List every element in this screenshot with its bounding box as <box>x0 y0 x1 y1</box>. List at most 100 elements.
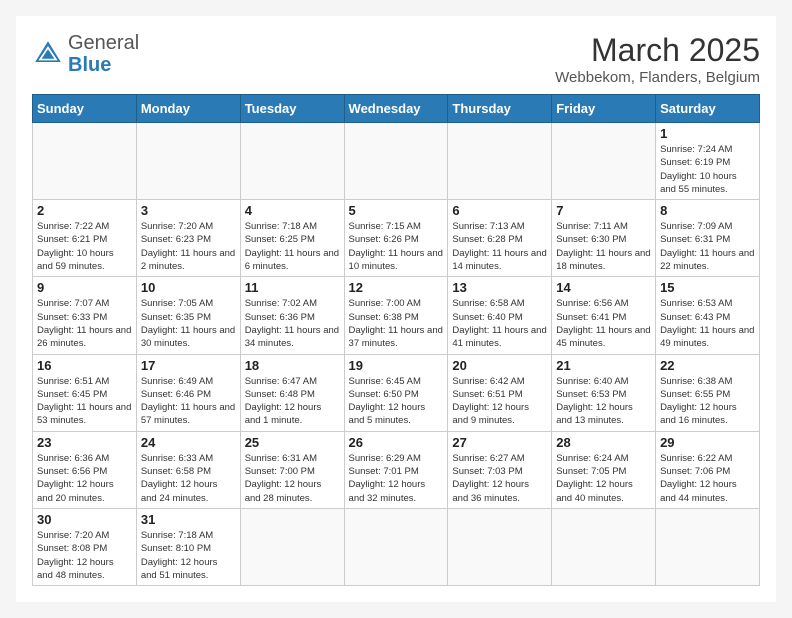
day-info: Sunrise: 7:13 AM Sunset: 6:28 PM Dayligh… <box>452 220 547 273</box>
day-info: Sunrise: 6:36 AM Sunset: 6:56 PM Dayligh… <box>37 452 132 505</box>
calendar-cell: 13 Sunrise: 6:58 AM Sunset: 6:40 PM Dayli… <box>448 277 552 354</box>
location-subtitle: Webbekom, Flanders, Belgium <box>555 69 760 86</box>
logo: General Blue <box>32 32 139 76</box>
day-info: Sunrise: 7:24 AM Sunset: 6:19 PM Dayligh… <box>660 143 755 196</box>
day-number: 22 <box>660 358 755 373</box>
day-number: 24 <box>141 435 236 450</box>
day-info: Sunrise: 7:00 AM Sunset: 6:38 PM Dayligh… <box>349 297 444 350</box>
calendar-cell: 11 Sunrise: 7:02 AM Sunset: 6:36 PM Dayli… <box>240 277 344 354</box>
calendar-cell: 21Sunrise: 6:40 AM Sunset: 6:53 PM Dayli… <box>552 354 656 431</box>
calendar-cell: 18 Sunrise: 6:47 AM Sunset: 6:48 PM Dayli… <box>240 354 344 431</box>
calendar-cell: 15 Sunrise: 6:53 AM Sunset: 6:43 PM Dayli… <box>656 277 760 354</box>
logo-icon <box>32 38 64 70</box>
day-info: Sunrise: 6:49 AM Sunset: 6:46 PM Dayligh… <box>141 375 236 428</box>
day-info: Sunrise: 6:47 AM Sunset: 6:48 PM Dayligh… <box>245 375 340 428</box>
day-info: Sunrise: 7:18 AM Sunset: 6:25 PM Dayligh… <box>245 220 340 273</box>
day-number: 1 <box>660 126 755 141</box>
day-info: Sunrise: 6:53 AM Sunset: 6:43 PM Dayligh… <box>660 297 755 350</box>
day-number: 15 <box>660 280 755 295</box>
day-info: Sunrise: 6:40 AM Sunset: 6:53 PM Dayligh… <box>556 375 651 428</box>
day-info: Sunrise: 6:51 AM Sunset: 6:45 PM Dayligh… <box>37 375 132 428</box>
calendar-cell <box>240 123 344 200</box>
calendar-day-header: Monday <box>136 95 240 123</box>
day-number: 30 <box>37 512 132 527</box>
calendar-header-row: SundayMondayTuesdayWednesdayThursdayFrid… <box>33 95 760 123</box>
day-number: 18 <box>245 358 340 373</box>
day-number: 19 <box>349 358 444 373</box>
calendar-cell: 17 Sunrise: 6:49 AM Sunset: 6:46 PM Dayli… <box>136 354 240 431</box>
calendar-cell: 29 Sunrise: 6:22 AM Sunset: 7:06 PM Dayli… <box>656 431 760 508</box>
calendar-cell: 6 Sunrise: 7:13 AM Sunset: 6:28 PM Daylig… <box>448 200 552 277</box>
calendar-cell: 25 Sunrise: 6:31 AM Sunset: 7:00 PM Dayli… <box>240 431 344 508</box>
month-year-title: March 2025 <box>555 32 760 69</box>
calendar-cell <box>344 123 448 200</box>
calendar-cell: 22 Sunrise: 6:38 AM Sunset: 6:55 PM Dayli… <box>656 354 760 431</box>
calendar-cell: 10Sunrise: 7:05 AM Sunset: 6:35 PM Dayli… <box>136 277 240 354</box>
day-info: Sunrise: 6:56 AM Sunset: 6:41 PM Dayligh… <box>556 297 651 350</box>
calendar-day-header: Wednesday <box>344 95 448 123</box>
day-info: Sunrise: 7:02 AM Sunset: 6:36 PM Dayligh… <box>245 297 340 350</box>
day-number: 2 <box>37 203 132 218</box>
calendar-cell: 26Sunrise: 6:29 AM Sunset: 7:01 PM Dayli… <box>344 431 448 508</box>
calendar-cell: 5 Sunrise: 7:15 AM Sunset: 6:26 PM Daylig… <box>344 200 448 277</box>
calendar-cell: 16 Sunrise: 6:51 AM Sunset: 6:45 PM Dayli… <box>33 354 137 431</box>
calendar-cell: 23 Sunrise: 6:36 AM Sunset: 6:56 PM Dayli… <box>33 431 137 508</box>
day-number: 23 <box>37 435 132 450</box>
calendar-cell <box>552 123 656 200</box>
day-info: Sunrise: 7:18 AM Sunset: 8:10 PM Dayligh… <box>141 529 236 582</box>
calendar-cell: 20 Sunrise: 6:42 AM Sunset: 6:51 PM Dayli… <box>448 354 552 431</box>
calendar-cell <box>656 508 760 585</box>
logo-general: General <box>68 32 139 54</box>
calendar-cell: 31Sunrise: 7:18 AM Sunset: 8:10 PM Dayli… <box>136 508 240 585</box>
day-number: 28 <box>556 435 651 450</box>
day-number: 11 <box>245 280 340 295</box>
calendar-cell <box>448 508 552 585</box>
day-number: 12 <box>349 280 444 295</box>
calendar-cell: 30 Sunrise: 7:20 AM Sunset: 8:08 PM Dayli… <box>33 508 137 585</box>
day-number: 29 <box>660 435 755 450</box>
calendar-cell: 12 Sunrise: 7:00 AM Sunset: 6:38 PM Dayli… <box>344 277 448 354</box>
title-block: March 2025 Webbekom, Flanders, Belgium <box>555 32 760 86</box>
day-number: 13 <box>452 280 547 295</box>
calendar-cell <box>344 508 448 585</box>
calendar-cell: 2Sunrise: 7:22 AM Sunset: 6:21 PM Daylig… <box>33 200 137 277</box>
logo-text: General Blue <box>68 32 139 76</box>
day-info: Sunrise: 6:29 AM Sunset: 7:01 PM Dayligh… <box>349 452 444 505</box>
day-number: 17 <box>141 358 236 373</box>
calendar-day-header: Friday <box>552 95 656 123</box>
day-number: 25 <box>245 435 340 450</box>
day-info: Sunrise: 7:05 AM Sunset: 6:35 PM Dayligh… <box>141 297 236 350</box>
calendar-cell: 27Sunrise: 6:27 AM Sunset: 7:03 PM Dayli… <box>448 431 552 508</box>
day-info: Sunrise: 6:58 AM Sunset: 6:40 PM Dayligh… <box>452 297 547 350</box>
day-info: Sunrise: 6:33 AM Sunset: 6:58 PM Dayligh… <box>141 452 236 505</box>
calendar-cell: 7Sunrise: 7:11 AM Sunset: 6:30 PM Daylig… <box>552 200 656 277</box>
calendar-cell: 3Sunrise: 7:20 AM Sunset: 6:23 PM Daylig… <box>136 200 240 277</box>
calendar-cell <box>552 508 656 585</box>
day-number: 4 <box>245 203 340 218</box>
page-header: General Blue March 2025 Webbekom, Flande… <box>32 32 760 86</box>
day-info: Sunrise: 6:38 AM Sunset: 6:55 PM Dayligh… <box>660 375 755 428</box>
calendar-cell <box>136 123 240 200</box>
day-info: Sunrise: 6:22 AM Sunset: 7:06 PM Dayligh… <box>660 452 755 505</box>
calendar-cell: 28Sunrise: 6:24 AM Sunset: 7:05 PM Dayli… <box>552 431 656 508</box>
day-info: Sunrise: 7:09 AM Sunset: 6:31 PM Dayligh… <box>660 220 755 273</box>
day-info: Sunrise: 7:15 AM Sunset: 6:26 PM Dayligh… <box>349 220 444 273</box>
day-info: Sunrise: 6:27 AM Sunset: 7:03 PM Dayligh… <box>452 452 547 505</box>
day-number: 20 <box>452 358 547 373</box>
day-number: 7 <box>556 203 651 218</box>
day-info: Sunrise: 6:42 AM Sunset: 6:51 PM Dayligh… <box>452 375 547 428</box>
calendar-day-header: Tuesday <box>240 95 344 123</box>
calendar-cell: 9Sunrise: 7:07 AM Sunset: 6:33 PM Daylig… <box>33 277 137 354</box>
calendar-cell: 24 Sunrise: 6:33 AM Sunset: 6:58 PM Dayli… <box>136 431 240 508</box>
day-info: Sunrise: 6:31 AM Sunset: 7:00 PM Dayligh… <box>245 452 340 505</box>
calendar-cell <box>240 508 344 585</box>
calendar-cell <box>448 123 552 200</box>
day-info: Sunrise: 7:07 AM Sunset: 6:33 PM Dayligh… <box>37 297 132 350</box>
calendar-table: SundayMondayTuesdayWednesdayThursdayFrid… <box>32 94 760 586</box>
day-number: 6 <box>452 203 547 218</box>
day-number: 5 <box>349 203 444 218</box>
day-info: Sunrise: 7:20 AM Sunset: 8:08 PM Dayligh… <box>37 529 132 582</box>
calendar-cell: 19Sunrise: 6:45 AM Sunset: 6:50 PM Dayli… <box>344 354 448 431</box>
day-number: 16 <box>37 358 132 373</box>
day-number: 14 <box>556 280 651 295</box>
